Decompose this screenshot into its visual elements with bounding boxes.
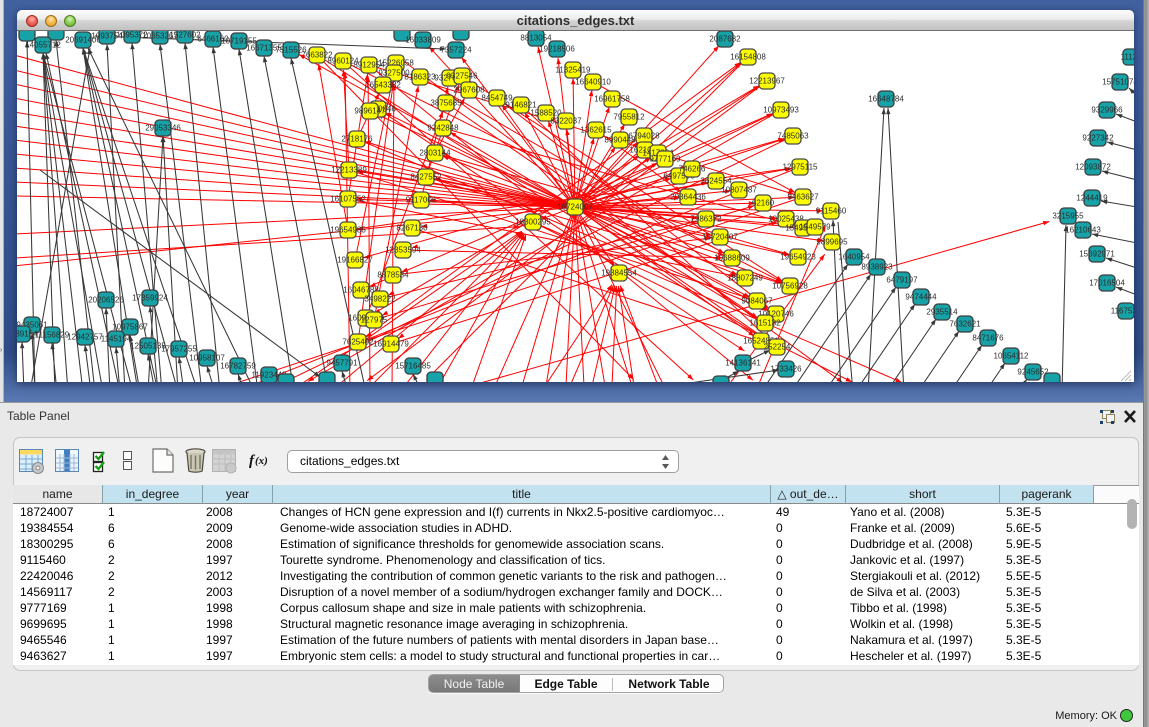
svg-text:12093872: 12093872 — [1075, 163, 1111, 172]
svg-text:11156829: 11156829 — [35, 331, 70, 340]
svg-text:15720407: 15720407 — [702, 233, 738, 242]
svg-text:19654923: 19654923 — [780, 253, 816, 262]
svg-text:11325419: 11325419 — [556, 66, 592, 75]
svg-text:1145194: 1145194 — [101, 335, 132, 344]
svg-text:16107552: 16107552 — [330, 195, 366, 204]
svg-text:1244419: 1244419 — [1076, 194, 1108, 203]
svg-text:252254: 252254 — [764, 343, 791, 352]
svg-text:19218506: 19218506 — [539, 45, 575, 54]
svg-text:16782759: 16782759 — [220, 362, 256, 371]
svg-text:7625402: 7625402 — [342, 338, 374, 347]
svg-text:17359924: 17359924 — [132, 294, 168, 303]
svg-text:8471676: 8471676 — [972, 334, 1004, 343]
svg-text:8813054: 8813054 — [520, 34, 552, 43]
svg-text:15716485: 15716485 — [395, 362, 431, 371]
svg-text:12942757: 12942757 — [67, 333, 103, 342]
svg-text:(x): (x) — [255, 455, 268, 467]
svg-text:18300295: 18300295 — [515, 218, 551, 227]
svg-text:12213389: 12213389 — [331, 166, 367, 175]
svg-text:29053346: 29053346 — [145, 124, 181, 133]
svg-text:9896147: 9896147 — [354, 107, 386, 116]
svg-text:11124: 11124 — [1120, 53, 1134, 62]
svg-text:1527602: 1527602 — [169, 31, 201, 40]
svg-text:1549579: 1549579 — [799, 223, 831, 232]
svg-text:9242848: 9242848 — [427, 124, 459, 133]
svg-text:746266: 746266 — [679, 165, 706, 174]
svg-text:19654985: 19654985 — [330, 226, 366, 235]
svg-text:10807487: 10807487 — [721, 186, 757, 195]
svg-text:16543382: 16543382 — [365, 81, 401, 90]
svg-text:15751074: 15751074 — [1102, 78, 1134, 87]
svg-text:10756928: 10756928 — [772, 282, 808, 291]
svg-text:10688609: 10688609 — [714, 254, 750, 263]
svg-text:20364436: 20364436 — [670, 193, 706, 202]
svg-text:16640910: 16640910 — [575, 78, 611, 87]
svg-text:6479197: 6479197 — [886, 276, 918, 285]
svg-text:9474444: 9474444 — [905, 293, 937, 302]
svg-text:17016504: 17016504 — [1089, 279, 1125, 288]
svg-text:1167533: 1167533 — [1111, 307, 1134, 316]
svg-text:3875685: 3875685 — [430, 99, 462, 108]
svg-text:7485063: 7485063 — [777, 132, 809, 141]
svg-text:12975115: 12975115 — [783, 163, 819, 172]
svg-text:10654112: 10654112 — [994, 352, 1030, 361]
svg-text:3498222: 3498222 — [364, 295, 396, 304]
svg-text:18724007: 18724007 — [557, 203, 593, 212]
svg-text:1733426: 1733426 — [770, 365, 802, 374]
svg-text:2087682: 2087682 — [709, 35, 741, 44]
svg-text:16961758: 16961758 — [594, 95, 630, 104]
svg-text:9777169: 9777169 — [649, 155, 681, 164]
svg-text:19166827: 19166827 — [337, 256, 373, 265]
svg-text:8938923: 8938923 — [861, 263, 893, 272]
svg-text:3624554: 3624554 — [700, 177, 732, 186]
svg-text:1640954: 1640954 — [838, 253, 870, 262]
svg-text:2803144: 2803144 — [419, 149, 451, 158]
svg-text:15692971: 15692971 — [1079, 250, 1115, 259]
svg-text:9463627: 9463627 — [787, 193, 819, 202]
svg-text:8267130: 8267130 — [396, 224, 428, 233]
svg-text:8427552: 8427552 — [410, 173, 442, 182]
svg-text:9899695: 9899695 — [816, 238, 848, 247]
svg-text:9457791: 9457791 — [326, 359, 358, 368]
svg-text:16154808: 16154808 — [730, 53, 766, 62]
svg-text:18807249: 18807249 — [727, 274, 763, 283]
svg-text:8186323: 8186323 — [404, 73, 436, 82]
svg-text:8322037: 8322037 — [550, 117, 582, 126]
svg-text:7986372: 7986372 — [690, 215, 722, 224]
svg-text:8878534: 8878534 — [377, 271, 409, 280]
svg-text:12353594: 12353594 — [385, 246, 421, 255]
svg-text:6794028: 6794028 — [628, 132, 660, 141]
svg-text:1362615: 1362615 — [580, 126, 612, 135]
svg-text:16914479: 16914479 — [373, 340, 409, 349]
svg-text:16033809: 16033809 — [405, 36, 441, 45]
svg-text:9327546: 9327546 — [446, 72, 478, 81]
svg-text:9115460: 9115460 — [816, 207, 847, 216]
svg-text:10973493: 10973493 — [763, 106, 799, 115]
svg-text:20206526: 20206526 — [88, 296, 124, 305]
svg-text:7955812: 7955812 — [613, 113, 645, 122]
svg-text:14136141: 14136141 — [725, 359, 761, 368]
svg-text:16648784: 16648784 — [868, 95, 904, 104]
svg-text:2718176: 2718176 — [341, 135, 373, 144]
svg-text:2967608: 2967608 — [453, 86, 485, 95]
svg-text:9117006: 9117006 — [406, 196, 437, 205]
svg-text:62160: 62160 — [752, 199, 775, 208]
svg-text:7632621: 7632621 — [949, 320, 981, 329]
svg-text:9084067: 9084067 — [741, 297, 773, 306]
svg-text:10975867: 10975867 — [112, 323, 148, 332]
svg-text:19384554: 19384554 — [601, 269, 637, 278]
svg-text:14055712: 14055712 — [25, 41, 61, 50]
svg-text:3215955: 3215955 — [1052, 212, 1084, 221]
svg-text:2935514: 2935514 — [926, 308, 958, 317]
svg-text:1615132: 1615132 — [749, 319, 781, 328]
svg-text:12213967: 12213967 — [749, 77, 785, 86]
svg-text:9227342: 9227342 — [1082, 134, 1114, 143]
svg-text:16210643: 16210643 — [1065, 226, 1101, 235]
svg-text:127975: 127975 — [361, 316, 388, 325]
svg-text:17957255: 17957255 — [161, 345, 197, 354]
svg-text:9329966: 9329966 — [1091, 106, 1123, 115]
svg-text:7357224: 7357224 — [440, 46, 472, 55]
